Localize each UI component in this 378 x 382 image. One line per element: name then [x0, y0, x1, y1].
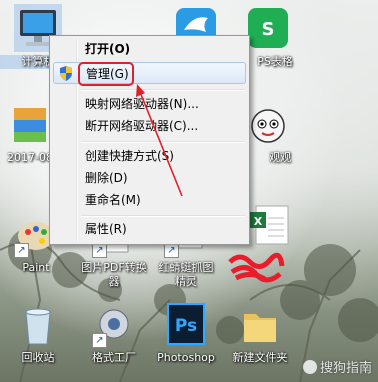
- annotation-arrow: [136, 84, 183, 197]
